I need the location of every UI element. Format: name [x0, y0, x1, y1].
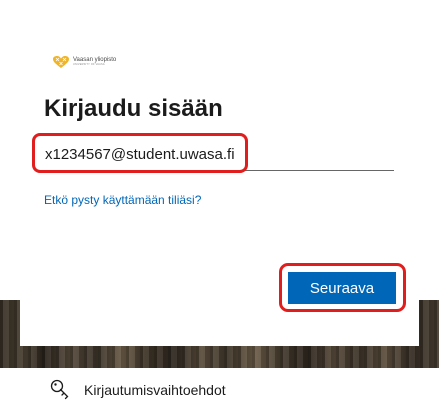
signin-options-label: Kirjautumisvaihtoehdot: [84, 382, 226, 398]
logo-subtitle: UNIVERSITY OF VAASA: [73, 63, 105, 67]
heart-logo-icon: [53, 56, 69, 68]
key-icon: [50, 379, 70, 401]
email-value: x1234567@student.uwasa.fi: [45, 146, 235, 163]
email-field[interactable]: x1234567@student.uwasa.fi: [44, 142, 394, 171]
university-logo: Vaasan yliopisto UNIVERSITY OF VAASA: [52, 52, 116, 72]
page-title: Kirjaudu sisään: [44, 95, 223, 122]
signin-card: Vaasan yliopisto UNIVERSITY OF VAASA Kir…: [20, 0, 419, 346]
cant-access-account-link[interactable]: Etkö pysty käyttämään tiliäsi?: [44, 193, 201, 207]
signin-options-bar[interactable]: Kirjautumisvaihtoehdot: [0, 368, 439, 409]
logo-wordmark: Vaasan yliopisto UNIVERSITY OF VAASA: [73, 57, 116, 67]
next-button[interactable]: Seuraava: [288, 272, 396, 304]
signin-options-row[interactable]: Kirjautumisvaihtoehdot: [50, 379, 226, 401]
